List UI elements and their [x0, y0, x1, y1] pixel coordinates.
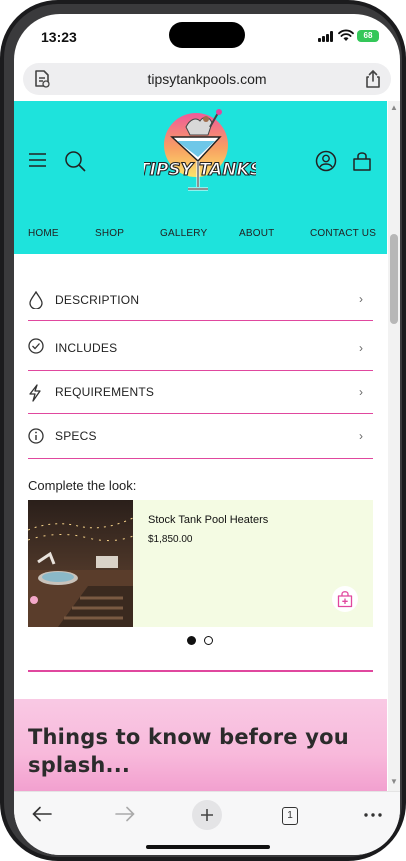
- signal-icon: [318, 31, 334, 42]
- nav-contact-us[interactable]: CONTACT US: [310, 228, 376, 239]
- banner-heading: Things to know before you splash...: [28, 725, 349, 777]
- info-banner: Things to know before you splash...: [14, 699, 387, 791]
- chevron-right-icon: ›: [359, 385, 363, 399]
- add-to-cart-button[interactable]: [332, 586, 358, 612]
- chevron-right-icon: ›: [359, 341, 363, 355]
- product-image[interactable]: [28, 500, 133, 627]
- screen: 13:23 68 tipsytankpools.com TIPSY TANKS …: [14, 14, 400, 855]
- product-accordion: DESCRIPTION › INCLUDES › REQUIREMENTS ›: [28, 274, 373, 459]
- scroll-up-arrow-icon[interactable]: ▲: [390, 103, 398, 112]
- carousel-dots: [187, 636, 217, 646]
- wifi-icon: [338, 29, 354, 41]
- info-icon: [28, 428, 44, 444]
- battery-icon: 68: [357, 30, 379, 42]
- status-time: 13:23: [41, 29, 77, 45]
- dynamic-island: [169, 22, 245, 48]
- bag-plus-icon: [337, 591, 353, 608]
- scrollbar-track[interactable]: [388, 101, 400, 791]
- nav-gallery[interactable]: GALLERY: [160, 228, 207, 239]
- droplet-icon: [29, 291, 43, 309]
- accordion-specs[interactable]: SPECS ›: [28, 414, 373, 459]
- accordion-requirements[interactable]: REQUIREMENTS ›: [28, 371, 373, 414]
- nav-home[interactable]: HOME: [28, 228, 59, 239]
- main-nav: HOME SHOP GALLERY ABOUT CONTACT US: [14, 228, 387, 244]
- bolt-icon: [29, 384, 41, 402]
- accordion-label: SPECS: [55, 429, 97, 443]
- new-tab-button[interactable]: [192, 800, 222, 830]
- phone-frame: 13:23 68 tipsytankpools.com TIPSY TANKS …: [0, 0, 406, 861]
- carousel-dot-active[interactable]: [187, 636, 196, 645]
- url-text[interactable]: tipsytankpools.com: [23, 71, 391, 87]
- chevron-right-icon: ›: [359, 429, 363, 443]
- product-price: $1,850.00: [148, 534, 193, 545]
- accordion-label: INCLUDES: [55, 341, 118, 355]
- site-header: TIPSY TANKS HOME SHOP GALLERY ABOUT CONT…: [14, 101, 387, 254]
- search-icon[interactable]: [64, 150, 86, 172]
- status-bar: 13:23 68: [14, 14, 400, 58]
- scrollbar-thumb[interactable]: [390, 234, 398, 324]
- scroll-down-arrow-icon[interactable]: ▼: [390, 777, 398, 786]
- check-circle-icon: [28, 338, 44, 354]
- back-icon[interactable]: [32, 806, 52, 822]
- product-name[interactable]: Stock Tank Pool Heaters: [148, 514, 268, 526]
- phone-bezel: 13:23 68 tipsytankpools.com TIPSY TANKS …: [4, 4, 402, 857]
- logo-text: TIPSY TANKS: [144, 160, 256, 180]
- menu-icon[interactable]: [28, 152, 48, 168]
- account-icon[interactable]: [315, 150, 337, 172]
- cart-icon[interactable]: [351, 150, 373, 172]
- address-bar[interactable]: tipsytankpools.com: [23, 63, 391, 95]
- nav-about[interactable]: ABOUT: [239, 228, 274, 239]
- share-icon[interactable]: [365, 69, 381, 89]
- accordion-includes[interactable]: INCLUDES ›: [28, 321, 373, 371]
- product-card[interactable]: Stock Tank Pool Heaters $1,850.00: [28, 500, 373, 627]
- section-divider: [28, 670, 373, 672]
- plus-icon: [201, 809, 213, 821]
- accordion-description[interactable]: DESCRIPTION ›: [28, 274, 373, 321]
- more-icon[interactable]: [364, 813, 382, 817]
- forward-icon[interactable]: [115, 806, 135, 822]
- tipsy-tanks-logo[interactable]: TIPSY TANKS: [144, 107, 256, 203]
- accordion-label: DESCRIPTION: [55, 293, 140, 307]
- home-indicator[interactable]: [146, 845, 270, 849]
- carousel-dot[interactable]: [204, 636, 213, 645]
- nav-shop[interactable]: SHOP: [95, 228, 124, 239]
- accordion-label: REQUIREMENTS: [55, 385, 155, 399]
- tabs-icon[interactable]: 1: [282, 807, 298, 825]
- chevron-right-icon: ›: [359, 292, 363, 306]
- section-title: Complete the look:: [28, 478, 137, 493]
